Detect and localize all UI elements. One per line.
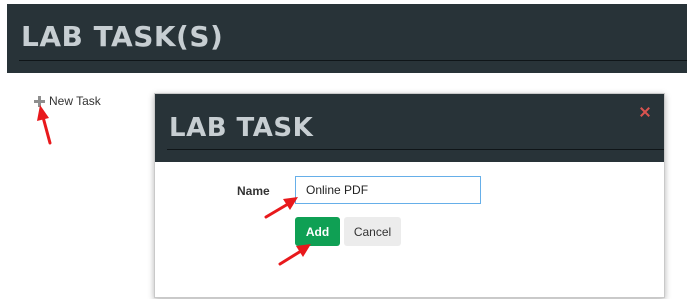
annotation-arrows-dialog bbox=[264, 197, 311, 266]
annotation-arrow-add-button bbox=[278, 244, 311, 266]
annotation-arrow-name-input bbox=[264, 197, 298, 219]
